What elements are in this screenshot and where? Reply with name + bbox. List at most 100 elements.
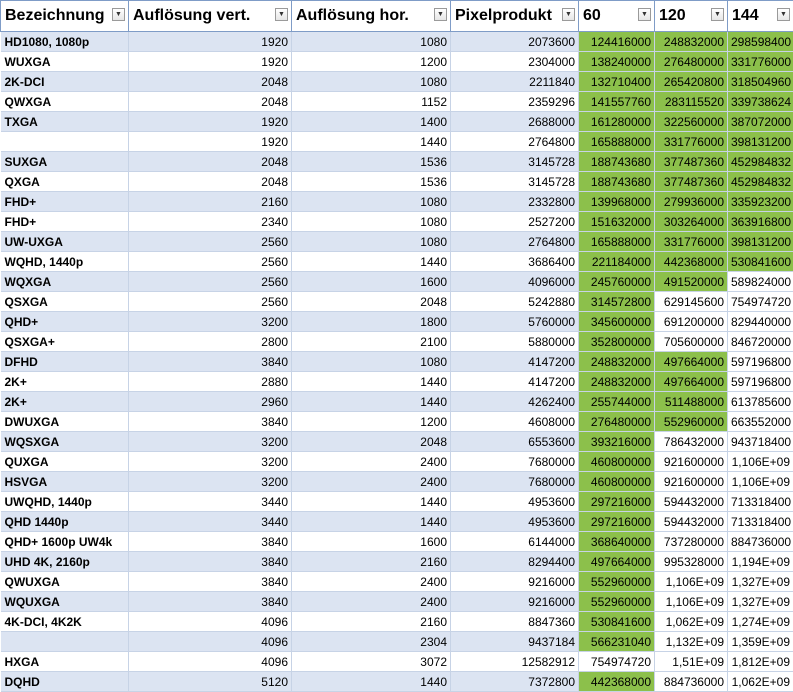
cell-f144[interactable]: 298598400: [728, 32, 793, 52]
cell-v[interactable]: 2960: [129, 392, 292, 412]
cell-v[interactable]: 2560: [129, 252, 292, 272]
cell-f144[interactable]: 1,194E+09: [728, 552, 793, 572]
cell-name[interactable]: SUXGA: [1, 152, 129, 172]
cell-f144[interactable]: 335923200: [728, 192, 793, 212]
cell-f144[interactable]: 1,062E+09: [728, 672, 793, 692]
cell-f120[interactable]: 497664000: [655, 352, 728, 372]
cell-v[interactable]: 5120: [129, 672, 292, 692]
cell-name[interactable]: HXGA: [1, 652, 129, 672]
cell-h[interactable]: 2048: [292, 292, 451, 312]
cell-h[interactable]: 1536: [292, 172, 451, 192]
cell-v[interactable]: 2340: [129, 212, 292, 232]
cell-f144[interactable]: 1,812E+09: [728, 652, 793, 672]
cell-name[interactable]: 2K+: [1, 372, 129, 392]
cell-p[interactable]: 2527200: [451, 212, 579, 232]
cell-h[interactable]: 1080: [292, 72, 451, 92]
cell-name[interactable]: DQHD: [1, 672, 129, 692]
cell-f144[interactable]: 589824000: [728, 272, 793, 292]
cell-p[interactable]: 4608000: [451, 412, 579, 432]
cell-f60[interactable]: 221184000: [579, 252, 655, 272]
cell-f120[interactable]: 322560000: [655, 112, 728, 132]
cell-f120[interactable]: 884736000: [655, 672, 728, 692]
cell-f60[interactable]: 161280000: [579, 112, 655, 132]
cell-f60[interactable]: 276480000: [579, 412, 655, 432]
cell-f60[interactable]: 248832000: [579, 352, 655, 372]
cell-f120[interactable]: 442368000: [655, 252, 728, 272]
chevron-down-icon[interactable]: ▼: [777, 8, 790, 21]
cell-v[interactable]: 2048: [129, 72, 292, 92]
cell-f144[interactable]: 339738624: [728, 92, 793, 112]
cell-h[interactable]: 2304: [292, 632, 451, 652]
cell-name[interactable]: QWUXGA: [1, 572, 129, 592]
cell-v[interactable]: 3840: [129, 412, 292, 432]
cell-f144[interactable]: 452984832: [728, 152, 793, 172]
cell-f120[interactable]: 594432000: [655, 512, 728, 532]
cell-f144[interactable]: 1,106E+09: [728, 472, 793, 492]
cell-f60[interactable]: 132710400: [579, 72, 655, 92]
cell-f144[interactable]: 363916800: [728, 212, 793, 232]
cell-f120[interactable]: 331776000: [655, 232, 728, 252]
cell-p[interactable]: 7680000: [451, 452, 579, 472]
cell-f60[interactable]: 248832000: [579, 372, 655, 392]
cell-f120[interactable]: 279936000: [655, 192, 728, 212]
cell-h[interactable]: 2160: [292, 612, 451, 632]
cell-v[interactable]: 2048: [129, 92, 292, 112]
cell-name[interactable]: [1, 632, 129, 652]
cell-v[interactable]: 4096: [129, 632, 292, 652]
cell-name[interactable]: UWQHD, 1440p: [1, 492, 129, 512]
cell-name[interactable]: QSXGA+: [1, 332, 129, 352]
cell-p[interactable]: 5880000: [451, 332, 579, 352]
cell-name[interactable]: 2K-DCI: [1, 72, 129, 92]
cell-p[interactable]: 2073600: [451, 32, 579, 52]
cell-h[interactable]: 2400: [292, 592, 451, 612]
cell-v[interactable]: 3840: [129, 572, 292, 592]
cell-v[interactable]: 2048: [129, 172, 292, 192]
cell-name[interactable]: HD1080, 1080p: [1, 32, 129, 52]
cell-f120[interactable]: 594432000: [655, 492, 728, 512]
cell-name[interactable]: 2K+: [1, 392, 129, 412]
cell-f144[interactable]: 597196800: [728, 372, 793, 392]
cell-f144[interactable]: 452984832: [728, 172, 793, 192]
cell-f120[interactable]: 265420800: [655, 72, 728, 92]
cell-f144[interactable]: 1,106E+09: [728, 452, 793, 472]
cell-p[interactable]: 8847360: [451, 612, 579, 632]
cell-h[interactable]: 1080: [292, 32, 451, 52]
cell-f60[interactable]: 442368000: [579, 672, 655, 692]
cell-v[interactable]: 1920: [129, 52, 292, 72]
cell-f120[interactable]: 491520000: [655, 272, 728, 292]
cell-name[interactable]: QHD+: [1, 312, 129, 332]
chevron-down-icon[interactable]: ▼: [112, 8, 125, 21]
cell-f120[interactable]: 1,106E+09: [655, 572, 728, 592]
cell-f60[interactable]: 460800000: [579, 452, 655, 472]
cell-f120[interactable]: 1,106E+09: [655, 592, 728, 612]
cell-f144[interactable]: 387072000: [728, 112, 793, 132]
cell-v[interactable]: 3440: [129, 492, 292, 512]
cell-f144[interactable]: 530841600: [728, 252, 793, 272]
cell-f120[interactable]: 511488000: [655, 392, 728, 412]
cell-h[interactable]: 1080: [292, 352, 451, 372]
cell-p[interactable]: 8294400: [451, 552, 579, 572]
cell-v[interactable]: 3200: [129, 452, 292, 472]
cell-f120[interactable]: 691200000: [655, 312, 728, 332]
cell-p[interactable]: 4953600: [451, 512, 579, 532]
cell-p[interactable]: 9216000: [451, 592, 579, 612]
cell-p[interactable]: 2359296: [451, 92, 579, 112]
cell-f144[interactable]: 1,359E+09: [728, 632, 793, 652]
cell-h[interactable]: 1440: [292, 392, 451, 412]
cell-f120[interactable]: 1,132E+09: [655, 632, 728, 652]
cell-f60[interactable]: 255744000: [579, 392, 655, 412]
cell-v[interactable]: 1920: [129, 32, 292, 52]
chevron-down-icon[interactable]: ▼: [562, 8, 575, 21]
cell-f120[interactable]: 248832000: [655, 32, 728, 52]
cell-f60[interactable]: 165888000: [579, 232, 655, 252]
cell-h[interactable]: 1200: [292, 412, 451, 432]
cell-v[interactable]: 3200: [129, 312, 292, 332]
cell-p[interactable]: 4953600: [451, 492, 579, 512]
cell-f120[interactable]: 283115520: [655, 92, 728, 112]
cell-name[interactable]: WQHD, 1440p: [1, 252, 129, 272]
cell-v[interactable]: 2160: [129, 192, 292, 212]
cell-name[interactable]: WQSXGA: [1, 432, 129, 452]
cell-v[interactable]: 1920: [129, 132, 292, 152]
cell-f144[interactable]: 1,327E+09: [728, 592, 793, 612]
cell-name[interactable]: FHD+: [1, 192, 129, 212]
